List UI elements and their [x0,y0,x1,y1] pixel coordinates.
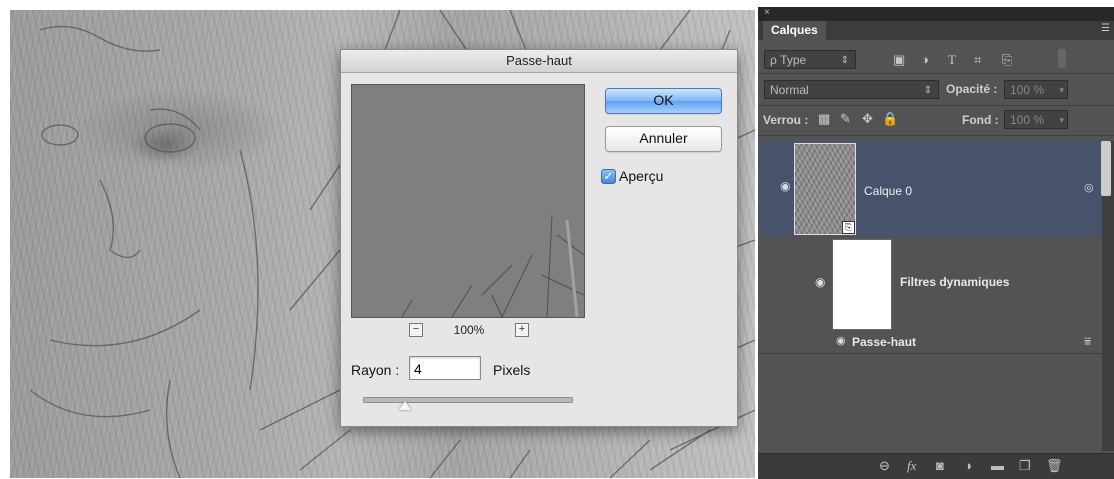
folder-icon[interactable]: ▬ [991,458,1004,473]
opacity-value: 100 % [1010,83,1045,97]
panel-menu-icon[interactable]: ☰ [1101,23,1110,34]
zoom-in-button[interactable]: + [514,323,529,337]
layer-name[interactable]: Calque 0 [864,184,912,198]
type-filter-icon[interactable]: T [948,52,956,68]
cancel-button[interactable]: Annuler [605,126,722,152]
layer-thumbnail[interactable]: ⎘ [794,143,856,235]
filter-preview[interactable] [351,84,585,318]
chevron-down-icon: ▾ [1059,85,1064,95]
updown-arrows-icon: ⇕ [923,85,932,96]
panel-tab-bar: Calques ☰ [758,21,1114,40]
link-icon[interactable]: ⊖ [879,458,890,474]
panel-header-bar: × [758,7,1114,21]
pixel-layer-filter-icon[interactable]: ▣ [893,52,905,68]
preview-checkbox[interactable]: ✓ [601,168,616,184]
fx-icon[interactable]: fx [907,458,916,474]
adjustment-filter-icon[interactable]: ◑ [921,52,929,68]
visibility-eye-icon[interactable]: ◉ [780,179,790,193]
radius-label: Rayon : [351,362,400,378]
high-pass-dialog: Passe-haut − 100% + OK Annuler ✓ Aperçu … [340,49,738,427]
smart-object-filter-icon[interactable]: ⎘ [1002,52,1012,68]
preview-checkbox-row[interactable]: ✓ Aperçu [601,168,663,184]
divider [758,135,1114,136]
layer-filter-row: ρ Type ⇕ ▣ ◑ T ⌗ ⎘ [758,47,1114,73]
radius-input[interactable]: 4 [409,356,481,380]
lock-all-padlock-icon[interactable]: 🔒 [882,111,898,127]
opacity-input[interactable]: 100 % ▾ [1004,80,1068,99]
zoom-controls: − 100% + [409,322,529,338]
filter-toggle-icon[interactable] [1058,49,1066,68]
divider [758,105,1114,106]
lock-transparency-icon[interactable]: ▩ [818,111,830,127]
layers-panel: × Calques ☰ ρ Type ⇕ ▣ ◑ T ⌗ ⎘ Normal ⇕ … [758,7,1114,479]
shape-filter-icon[interactable]: ⌗ [974,52,981,68]
radius-unit-label: Pixels [493,362,531,378]
preview-checkbox-label[interactable]: Aperçu [619,168,663,184]
zoom-value: 100% [453,323,485,337]
adjustment-icon[interactable]: ◑ [964,458,972,473]
visibility-eye-icon[interactable]: ◉ [815,275,825,289]
smart-filter-mask-thumbnail[interactable] [832,239,892,330]
chevron-down-icon: ▾ [1059,115,1064,125]
lock-label: Verrou : [763,113,809,127]
smart-object-icon: ⎘ [842,221,855,234]
updown-arrows-icon: ⇕ [840,55,849,66]
ok-button[interactable]: OK [605,88,722,114]
filter-kind-value: ρ Type [770,53,807,67]
new-layer-icon[interactable]: ❐ [1019,458,1031,474]
tab-layers[interactable]: Calques [763,21,826,40]
filter-blending-options-icon[interactable]: ⩸ [1084,333,1091,349]
filter-kind-select[interactable]: ρ Type ⇕ [764,50,856,69]
mask-icon[interactable]: ◙ [936,458,944,473]
smart-filter-indicator-icon[interactable]: ◎ [1084,181,1094,194]
dialog-title[interactable]: Passe-haut [341,50,737,73]
blend-mode-select[interactable]: Normal ⇕ [764,80,939,99]
layers-bottom-toolbar: ⊖ fx ◙ ◑ ▬ ❐ 🗑 [758,453,1114,479]
blend-mode-value: Normal [770,83,809,97]
fill-input[interactable]: 100 % ▾ [1004,110,1068,129]
smart-filters-label[interactable]: Filtres dynamiques [900,275,1009,289]
zoom-out-button[interactable]: − [409,323,423,337]
fill-value: 100 % [1010,113,1045,127]
trash-icon[interactable]: 🗑 [1046,458,1063,474]
scrollbar-thumb[interactable] [1101,141,1111,196]
close-icon[interactable]: × [764,7,770,18]
visibility-eye-icon[interactable]: ◉ [836,334,846,347]
preview-image [401,214,584,317]
divider [758,353,1114,354]
lock-position-move-icon[interactable]: ✥ [862,111,873,127]
opacity-label: Opacité : [946,82,998,96]
filter-entry-label[interactable]: Passe-haut [852,335,916,349]
radius-slider-thumb[interactable] [399,401,411,410]
divider [758,73,1114,74]
lock-pixels-brush-icon[interactable]: ✎ [840,111,851,127]
fill-label: Fond : [962,113,999,127]
layer-row-calque-0[interactable]: ◉ ⎘ Calque 0 ◎ [758,141,1102,236]
radius-slider[interactable] [363,397,573,403]
